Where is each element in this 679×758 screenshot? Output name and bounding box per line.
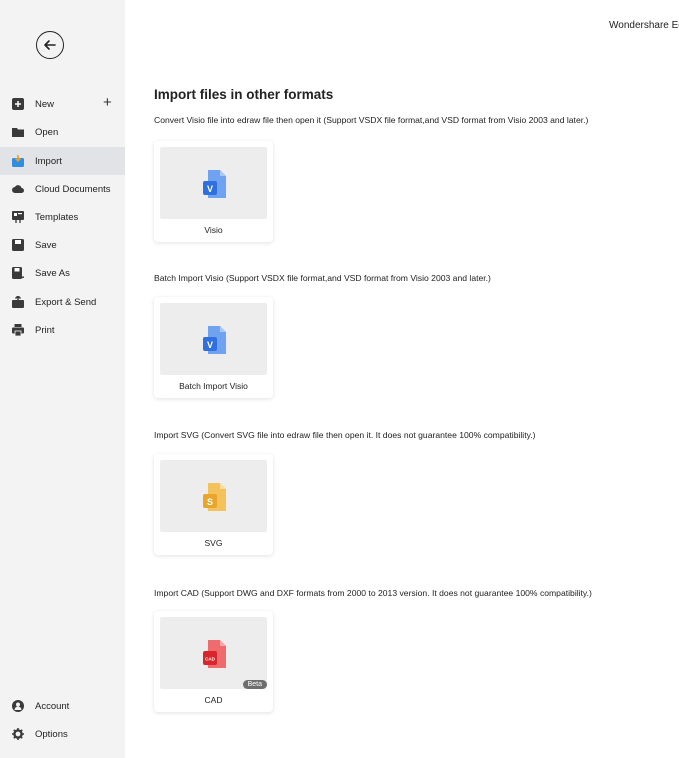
visio-card-label: Visio — [204, 225, 223, 235]
save-as-icon — [12, 267, 24, 279]
beta-badge: Beta — [242, 680, 267, 689]
sidebar-item-open[interactable]: Open — [0, 118, 125, 146]
app-title: Wondershare Ec — [609, 20, 679, 31]
batch-import-visio-card[interactable]: V Batch Import Visio — [154, 297, 273, 398]
visio-card[interactable]: V Visio — [154, 141, 273, 242]
save-icon — [12, 239, 24, 251]
sidebar-item-label: Account — [35, 700, 70, 712]
cad-card[interactable]: CAD Beta CAD — [154, 611, 273, 712]
folder-icon — [12, 128, 24, 137]
sidebar-item-import[interactable]: Import — [0, 147, 125, 175]
import-icon — [12, 155, 24, 167]
visio-file-icon: V — [203, 326, 226, 354]
sidebar-item-label: New — [35, 98, 55, 110]
sidebar-item-print[interactable]: Print — [0, 316, 125, 344]
sidebar-item-account[interactable]: Account — [0, 692, 125, 720]
page-title: Import files in other formats — [154, 87, 334, 102]
cad-card-label: CAD — [204, 695, 223, 705]
batch-visio-description: Batch Import Visio (Support VSDX file fo… — [154, 273, 491, 283]
sidebar-item-templates[interactable]: Templates — [0, 203, 125, 231]
gear-icon — [12, 728, 24, 740]
sidebar-item-options[interactable]: Options — [0, 720, 125, 748]
back-button[interactable] — [36, 31, 64, 59]
sidebar-item-label: Save — [35, 239, 57, 251]
templates-icon — [12, 211, 24, 223]
sidebar-item-label: Templates — [35, 211, 79, 223]
visio-description: Convert Visio file into edraw file then … — [154, 115, 589, 125]
sidebar-item-label: Cloud Documents — [35, 183, 111, 195]
cad-description: Import CAD (Support DWG and DXF formats … — [154, 588, 592, 598]
sidebar-item-label: Save As — [35, 267, 70, 279]
batch-import-visio-card-label: Batch Import Visio — [179, 381, 248, 391]
cad-file-icon: CAD — [203, 640, 226, 668]
new-icon — [12, 98, 24, 110]
card-thumbnail: V — [160, 147, 267, 219]
card-thumbnail: V — [160, 303, 267, 375]
svg-icon-letter: S — [207, 497, 213, 507]
sidebar-item-new[interactable]: New + — [0, 90, 125, 118]
account-icon — [12, 700, 24, 712]
cad-icon-letter: CAD — [205, 657, 215, 662]
sidebar-item-save[interactable]: Save — [0, 231, 125, 259]
visio-file-icon: V — [203, 170, 226, 198]
sidebar-item-label: Open — [35, 126, 59, 138]
sidebar-item-cloud-documents[interactable]: Cloud Documents — [0, 175, 125, 203]
sidebar-item-export-send[interactable]: Export & Send — [0, 288, 125, 316]
sidebar-item-label: Options — [35, 728, 68, 740]
new-plus-button[interactable]: + — [103, 94, 112, 111]
sidebar-item-label: Import — [35, 155, 62, 167]
card-thumbnail: S — [160, 460, 267, 532]
svg-file-icon: S — [203, 483, 226, 511]
batch-visio-icon-letter: V — [207, 340, 213, 350]
sidebar-item-label: Export & Send — [35, 296, 97, 308]
sidebar-item-save-as[interactable]: Save As — [0, 259, 125, 287]
back-arrow-icon — [44, 40, 56, 50]
cloud-icon — [12, 185, 24, 193]
export-icon — [12, 296, 24, 308]
sidebar: New + Open Import Cloud Documents Templa… — [0, 0, 125, 758]
svg-card-label: SVG — [204, 538, 223, 548]
print-icon — [12, 324, 24, 336]
visio-icon-letter: V — [207, 184, 213, 194]
card-thumbnail: CAD — [160, 617, 267, 689]
svg-description: Import SVG (Convert SVG file into edraw … — [154, 430, 536, 440]
sidebar-item-label: Print — [35, 324, 55, 336]
svg-card[interactable]: S SVG — [154, 454, 273, 555]
